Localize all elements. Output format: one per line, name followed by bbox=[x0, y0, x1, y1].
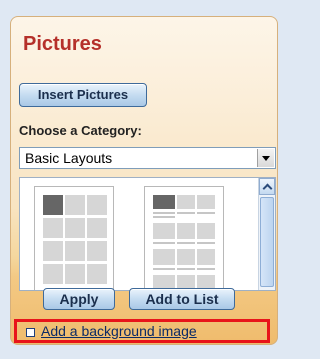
layout-cell bbox=[43, 241, 63, 261]
insert-pictures-button[interactable]: Insert Pictures bbox=[19, 83, 147, 107]
layout-cell bbox=[87, 195, 107, 215]
layout-cell bbox=[65, 264, 85, 284]
dropdown-arrow-icon[interactable] bbox=[257, 149, 274, 167]
layout-cell bbox=[87, 264, 107, 284]
layout-cell bbox=[43, 218, 63, 238]
caption-line bbox=[153, 216, 175, 218]
caption-line bbox=[197, 268, 215, 270]
layout-gallery bbox=[19, 177, 276, 291]
category-label: Choose a Category: bbox=[19, 123, 142, 138]
caption-line bbox=[177, 242, 195, 244]
layout-cell bbox=[197, 275, 215, 289]
layout-cell bbox=[197, 195, 215, 209]
layout-cell bbox=[177, 223, 195, 239]
caption-line bbox=[153, 242, 175, 244]
layout-cell bbox=[153, 195, 175, 209]
layout-cell bbox=[197, 249, 215, 265]
layout-cell bbox=[65, 218, 85, 238]
apply-button[interactable]: Apply bbox=[43, 288, 115, 310]
layout-cell bbox=[43, 195, 63, 215]
caption-line bbox=[177, 212, 195, 214]
layout-cell bbox=[177, 249, 195, 265]
caption-line bbox=[197, 212, 215, 214]
add-to-list-button[interactable]: Add to List bbox=[129, 288, 235, 310]
layout-cell bbox=[87, 241, 107, 261]
layout-cell bbox=[87, 218, 107, 238]
caption-line bbox=[153, 212, 175, 214]
caption-line bbox=[177, 268, 195, 270]
layout-thumbnail-captions[interactable] bbox=[144, 186, 224, 290]
panel-title: Pictures bbox=[23, 33, 102, 55]
category-select-value: Basic Layouts bbox=[25, 150, 113, 166]
category-select[interactable]: Basic Layouts bbox=[19, 147, 276, 169]
caption-line bbox=[197, 242, 215, 244]
layout-cell bbox=[177, 195, 195, 209]
layout-cell bbox=[197, 223, 215, 239]
layout-cell bbox=[65, 195, 85, 215]
layout-cell bbox=[65, 241, 85, 261]
scrollbar-thumb[interactable] bbox=[260, 197, 274, 287]
layout-thumbnail-grid[interactable] bbox=[34, 186, 114, 290]
square-bullet-icon bbox=[26, 328, 35, 337]
layout-cell bbox=[153, 223, 175, 239]
pictures-panel: Pictures Insert Pictures Choose a Catego… bbox=[10, 16, 278, 345]
layout-cell bbox=[43, 264, 63, 284]
scroll-up-arrow-icon[interactable] bbox=[259, 178, 275, 195]
add-background-image-link[interactable]: Add a background image bbox=[41, 323, 197, 339]
layout-cell bbox=[153, 275, 175, 289]
layout-cell bbox=[177, 275, 195, 289]
layout-cell bbox=[153, 249, 175, 265]
background-image-highlight: Add a background image bbox=[14, 319, 270, 343]
gallery-scrollbar[interactable] bbox=[258, 178, 275, 290]
caption-line bbox=[153, 268, 175, 270]
